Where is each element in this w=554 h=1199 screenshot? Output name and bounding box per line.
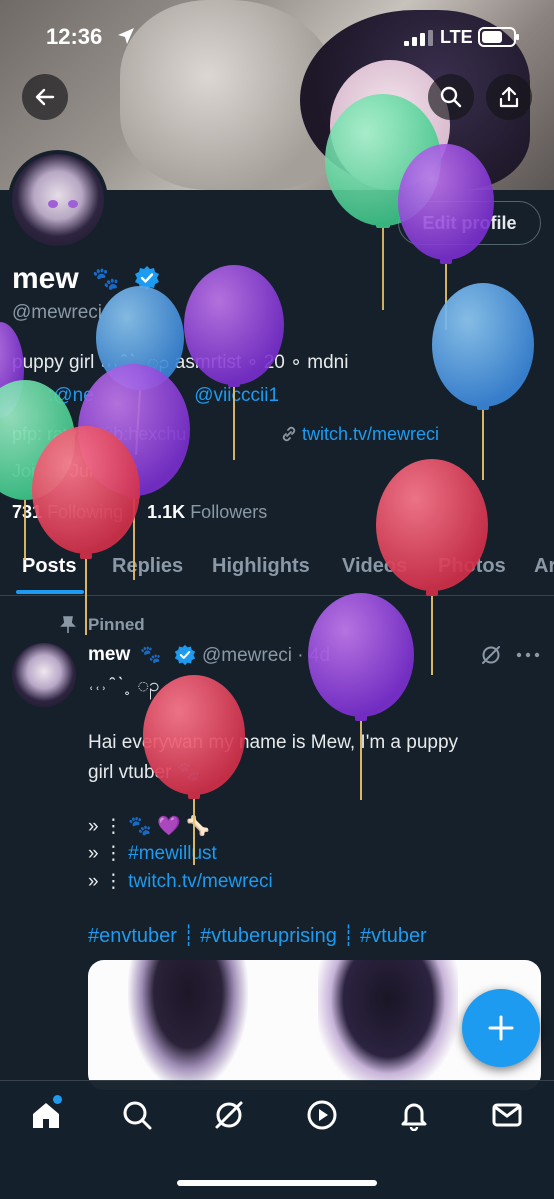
- avatar-art-detail: [48, 200, 58, 208]
- post-text-line: Hai everywan my name is Mew, I'm a puppy: [88, 732, 459, 753]
- home-indicator-bar[interactable]: [177, 1180, 377, 1186]
- following-count: 731: [12, 502, 43, 522]
- tab-videos[interactable]: Videos: [342, 555, 407, 578]
- grok-icon[interactable]: [213, 1099, 245, 1131]
- profile-location: pfp: ratyan♡b:hexchu: [12, 424, 186, 445]
- post-author-name[interactable]: mew: [88, 644, 130, 666]
- active-tab-indicator: [16, 590, 84, 594]
- plus-icon: [488, 1015, 514, 1041]
- avatar-art-detail: [68, 200, 78, 208]
- location-text: pfp: ratyan♡b:hexchu: [12, 424, 187, 444]
- verified-badge-icon: [174, 644, 196, 666]
- battery-icon: [478, 27, 519, 47]
- paw-emoji: 🐾: [140, 645, 162, 664]
- profile-name: mew: [12, 262, 79, 295]
- bullet-prefix: » ⋮: [88, 843, 129, 864]
- media-art-figure: [318, 960, 458, 1090]
- following-link[interactable]: 731 Following: [12, 502, 123, 522]
- more-options-icon[interactable]: [516, 650, 540, 660]
- post-avatar[interactable]: [12, 643, 76, 707]
- back-arrow-icon: [35, 88, 55, 106]
- post-text-line: » ⋮ #mewillust: [88, 842, 217, 865]
- post-handle-time: @mewreci · 4d: [202, 645, 331, 666]
- tab-posts[interactable]: Posts: [22, 555, 76, 578]
- joined-text: Joined Jul 2023: [12, 461, 139, 481]
- tab-replies[interactable]: Replies: [112, 555, 183, 578]
- network-label: LTE: [440, 27, 473, 47]
- followers-label: Followers: [190, 502, 268, 522]
- balloon-purple: [308, 593, 414, 800]
- profile-website-link[interactable]: twitch.tv/mewreci: [280, 424, 439, 445]
- profile-tabs: Posts Replies Highlights Videos Photos A…: [0, 546, 554, 596]
- pin-icon: [60, 616, 76, 633]
- share-icon: [499, 86, 519, 108]
- banner-art-shape: [330, 60, 450, 190]
- paw-emoji: 🐾: [92, 266, 120, 291]
- location-arrow-icon: [118, 28, 134, 44]
- share-button[interactable]: [486, 74, 532, 120]
- profile-bio: puppy girl ˓˓˒ ̑ ˋ˳ ၣ asmrtist ∘ 20 ∘ md…: [12, 352, 349, 373]
- post-text-line: » ⋮ 🐾 💜 🦴: [88, 816, 210, 837]
- link-icon: [282, 426, 296, 442]
- spaces-play-icon[interactable]: [306, 1099, 338, 1131]
- tab-highlights[interactable]: Highlights: [212, 555, 310, 578]
- post-text-line: girl vtuber 🐾: [88, 762, 201, 783]
- profile-bio-links: :@ne @viicccii1: [48, 385, 279, 407]
- messages-envelope-icon[interactable]: [491, 1099, 523, 1131]
- profile-handle: @mewreci: [12, 302, 103, 323]
- home-notification-dot: [53, 1095, 62, 1104]
- back-button[interactable]: [22, 74, 68, 120]
- search-icon: [440, 86, 462, 108]
- hashtag-link[interactable]: #mewillust: [128, 843, 217, 864]
- balloon-red: [32, 426, 140, 635]
- followers-count: 1.1K: [147, 502, 186, 522]
- grok-icon[interactable]: [480, 644, 502, 666]
- post-text-line: » ⋮ twitch.tv/mewreci: [88, 870, 273, 893]
- search-icon[interactable]: [121, 1099, 153, 1131]
- verified-badge-icon[interactable]: [134, 265, 160, 291]
- search-profile-button[interactable]: [428, 74, 474, 120]
- balloon-blue: [432, 283, 534, 480]
- website-text: twitch.tv/mewreci: [302, 424, 440, 444]
- post-hashtags[interactable]: #envtuber ┊ #vtuberuprising ┊ #vtuber: [88, 923, 427, 948]
- bullet-prefix: » ⋮: [88, 871, 129, 892]
- status-time: 12:36: [46, 24, 103, 49]
- following-label: Following: [47, 502, 124, 522]
- post-text-line: ˓˓˒ ̑ ˋ˳ ၣ: [88, 675, 160, 696]
- tab-photos[interactable]: Photos: [438, 555, 506, 578]
- tab-articles[interactable]: Ar: [534, 555, 554, 578]
- media-art-figure: [128, 960, 248, 1090]
- pinned-label: Pinned: [88, 615, 145, 634]
- status-bar: 12:36 LTE: [0, 22, 554, 52]
- bio-mention-link[interactable]: :@ne: [48, 385, 94, 406]
- profile-joined: Joined Jul 2023: [12, 461, 138, 482]
- compose-post-button[interactable]: [462, 989, 540, 1067]
- notifications-bell-icon[interactable]: [398, 1099, 430, 1131]
- profile-avatar[interactable]: [8, 150, 108, 250]
- post-website-link[interactable]: twitch.tv/mewreci: [128, 871, 273, 892]
- bio-mention-link[interactable]: @viicccii1: [194, 385, 279, 406]
- follow-stats: 731 Following 1.1K Followers: [12, 502, 267, 523]
- followers-link[interactable]: 1.1K Followers: [147, 502, 267, 522]
- cellular-signal-icon: [404, 30, 433, 46]
- edit-profile-button[interactable]: Edit profile: [398, 201, 541, 245]
